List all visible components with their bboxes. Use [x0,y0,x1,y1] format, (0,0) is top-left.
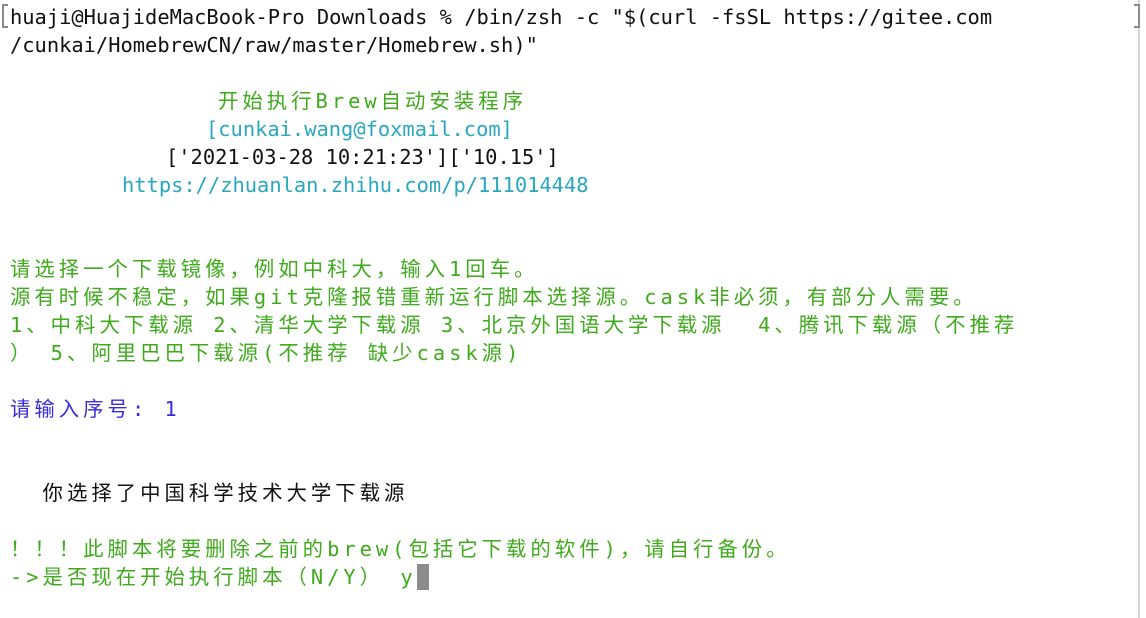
selection-bracket-left [2,4,8,28]
banner-email: [cunkai.wang@foxmail.com] [206,117,513,141]
banner-date: ['2021-03-28 10:21:23']['10.15'] [166,145,559,169]
banner-title: 开始执行Brew自动安装程序 [218,89,528,113]
confirm-answer: y [400,565,417,589]
warning-message: ！！！此脚本将要删除之前的brew(包括它下载的软件)，请自行备份。 [10,537,791,561]
command-line-2: /cunkai/HomebrewCN/raw/master/Homebrew.s… [10,33,538,57]
mirror-options-line-2: ） 5、阿里巴巴下载源(不推荐 缺少cask源) [10,341,523,365]
selection-result: 你选择了中国科学技术大学下载源 [10,481,409,505]
terminal-scrollbar-track[interactable] [1138,0,1140,618]
mirror-note: 源有时候不稳定，如果git克隆报错重新运行脚本选择源。cask非必须，有部分人需… [10,285,978,309]
confirm-line[interactable]: ->是否现在开始执行脚本（N/Y） y [10,563,429,591]
selection-bracket-right [1134,4,1140,28]
text-cursor [416,564,429,590]
terminal-window[interactable]: huaji@HuajideMacBook-Pro Downloads % /bi… [0,0,1146,618]
command-line-1: huaji@HuajideMacBook-Pro Downloads % /bi… [10,5,993,29]
banner-url[interactable]: https://zhuanlan.zhihu.com/p/111014448 [122,171,589,199]
input-prompt: 请输入序号: 1 [10,397,181,421]
mirror-options-line-1: 1、中科大下载源 2、清华大学下载源 3、北京外国语大学下载源 4、腾讯下载源（… [10,313,1019,337]
mirror-prompt: 请选择一个下载镜像，例如中科大，输入1回车。 [10,257,539,281]
confirm-prompt: ->是否现在开始执行脚本（N/Y） [10,565,401,589]
